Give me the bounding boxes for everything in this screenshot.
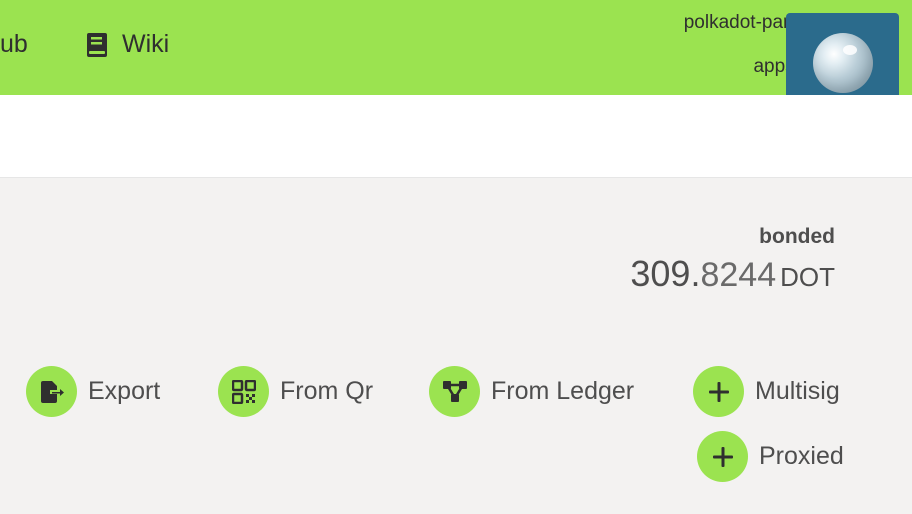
from-ledger-button[interactable]: From Ledger xyxy=(429,366,634,417)
plus-icon xyxy=(697,431,748,482)
nav-item-github[interactable]: ub xyxy=(0,30,28,59)
chain-logo-icon xyxy=(812,32,873,93)
book-icon xyxy=(86,32,108,58)
ledger-icon xyxy=(429,366,480,417)
nav-github-label: ub xyxy=(0,30,28,58)
from-qr-button[interactable]: From Qr xyxy=(218,366,373,417)
nav-item-wiki[interactable]: Wiki xyxy=(86,30,169,59)
plus-icon xyxy=(693,366,744,417)
bonded-unit: DOT xyxy=(780,262,835,292)
proxied-label: Proxied xyxy=(759,442,844,470)
bonded-label: bonded xyxy=(759,225,835,248)
sub-navigation-bar xyxy=(0,95,912,178)
export-label: Export xyxy=(88,377,161,405)
file-export-icon xyxy=(26,366,77,417)
from-qr-label: From Qr xyxy=(280,377,374,405)
bonded-value: 309.8244 DOT xyxy=(630,253,835,295)
top-navigation-bar: ub Wiki polkadot-parach a apps v0 xyxy=(0,0,912,95)
bonded-value-int: 309. xyxy=(630,253,701,294)
proxied-button[interactable]: Proxied xyxy=(697,431,844,482)
export-button[interactable]: Export xyxy=(26,366,160,417)
from-ledger-label: From Ledger xyxy=(491,377,635,405)
multisig-button[interactable]: Multisig xyxy=(693,366,840,417)
qrcode-icon xyxy=(218,366,269,417)
nav-wiki-label: Wiki xyxy=(122,30,170,58)
multisig-label: Multisig xyxy=(755,377,840,405)
bonded-value-frac: 8244 xyxy=(700,256,777,294)
